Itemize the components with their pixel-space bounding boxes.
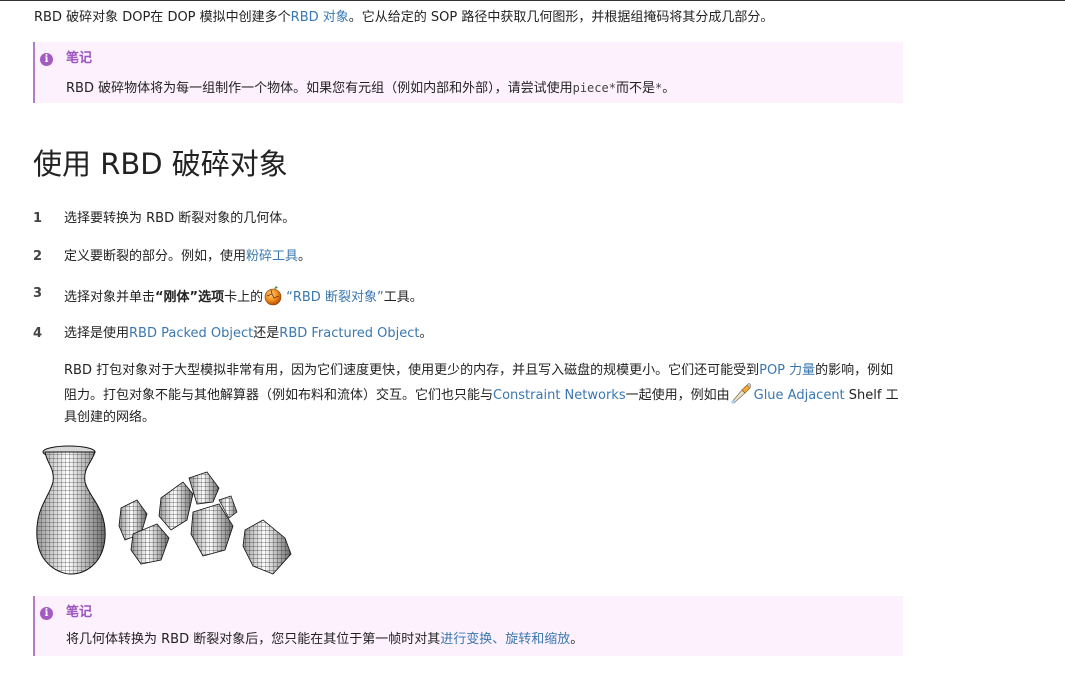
step-text: 定义要断裂的部分。例如，使用粉碎工具。 (64, 247, 311, 267)
note-text-end: 。 (662, 81, 676, 96)
section-heading: 使用 RBD 破碎对象 (33, 147, 288, 181)
intro-text-end: 。它从给定的 SOP 路径中获取几何图形，并根据组掩码将其分成几部分。 (348, 10, 774, 25)
intro-text: RBD 破碎对象 DOP在 DOP 模拟中创建多个 (34, 10, 291, 25)
glue-adjacent-label: Glue Adjacent (753, 388, 845, 403)
shatter-tool-link[interactable]: 粉碎工具 (246, 249, 298, 264)
step-text-before: 定义要断裂的部分。例如，使用 (64, 249, 247, 264)
vase-fragments (118, 471, 292, 575)
constraint-networks-link[interactable]: Constraint Networks (493, 388, 626, 403)
step-text-before: 选择对象并单击 (64, 290, 156, 305)
note-body: 将几何体转换为 RBD 断裂对象后，您只能在其位于第一帧时对其进行变换、旋转和缩… (66, 631, 583, 649)
fractured-vase-illustration (36, 445, 292, 575)
rbd-fracture-tool-icon (264, 286, 282, 306)
step-text: 选择要转换为 RBD 断裂对象的几何体。 (64, 211, 296, 226)
rbd-fractured-object-tool-label: “RBD 断裂对象” (286, 290, 384, 305)
pop-force-link[interactable]: POP 力量 (759, 363, 815, 378)
rigid-bodies-tab-label: “刚体”选项 (155, 290, 225, 305)
note-text-mid: 而不是 (615, 81, 655, 96)
info-icon: i (40, 53, 53, 66)
step-number: 1 (33, 211, 43, 226)
step-number: 4 (33, 326, 43, 341)
step-text-mid: 还是 (253, 326, 280, 341)
para-text: 一起使用，例如由 (625, 388, 730, 403)
note-text-end: 。 (570, 632, 584, 647)
step-text-after: 工具。 (383, 290, 423, 305)
step-text-after: 。 (419, 326, 433, 341)
step-text-mid: 卡上的 (224, 290, 264, 305)
note-body: RBD 破碎物体将为每一组制作一个物体。如果您有元组（例如内部和外部），请尝试使… (66, 79, 675, 98)
step-text-before: 选择是使用 (64, 326, 130, 341)
note-text: 将几何体转换为 RBD 断裂对象后，您只能在其位于第一帧时对其 (66, 632, 441, 647)
intact-vase (36, 445, 106, 575)
rbd-fractured-object-link[interactable]: RBD Fractured Object (279, 326, 419, 341)
para-text: RBD 打包对象对于大型模拟非常有用，因为它们速度更快，使用更少的内存，并且写入… (64, 363, 760, 378)
rbd-object-link[interactable]: RBD 对象 (291, 10, 349, 25)
rbd-fractured-object-tool-link[interactable]: “RBD 断裂对象” (263, 286, 384, 306)
step-number: 2 (33, 249, 43, 264)
code-piece: piece* (572, 81, 616, 95)
top-border (0, 0, 1065, 1)
glue-adjacent-tool-icon (731, 382, 751, 404)
step-number: 3 (33, 286, 43, 301)
note-text: RBD 破碎物体将为每一组制作一个物体。如果您有元组（例如内部和外部），请尝试使… (66, 81, 573, 96)
note-box: i 笔记 RBD 破碎物体将为每一组制作一个物体。如果您有元组（例如内部和外部）… (33, 42, 903, 103)
step-text-after: 。 (298, 249, 312, 264)
note-title: 笔记 (66, 605, 93, 620)
glue-adjacent-link[interactable]: Glue Adjacent (730, 382, 845, 404)
info-icon: i (40, 607, 53, 620)
step-text: 选择对象并单击“刚体”选项卡上的 “RBD 断裂对象”工具。 (64, 284, 423, 308)
rbd-packed-object-link[interactable]: RBD Packed Object (129, 326, 253, 341)
transform-rotate-scale-link[interactable]: 进行变换、旋转和缩放 (440, 632, 570, 647)
intro-paragraph: RBD 破碎对象 DOP在 DOP 模拟中创建多个RBD 对象。它从给定的 SO… (34, 8, 773, 28)
note-box: i 笔记 将几何体转换为 RBD 断裂对象后，您只能在其位于第一帧时对其进行变换… (33, 596, 903, 656)
step-text: 选择是使用RBD Packed Object还是RBD Fractured Ob… (64, 324, 433, 344)
packed-object-paragraph: RBD 打包对象对于大型模拟非常有用，因为它们速度更快，使用更少的内存，并且写入… (64, 360, 899, 429)
note-title: 笔记 (66, 51, 93, 66)
